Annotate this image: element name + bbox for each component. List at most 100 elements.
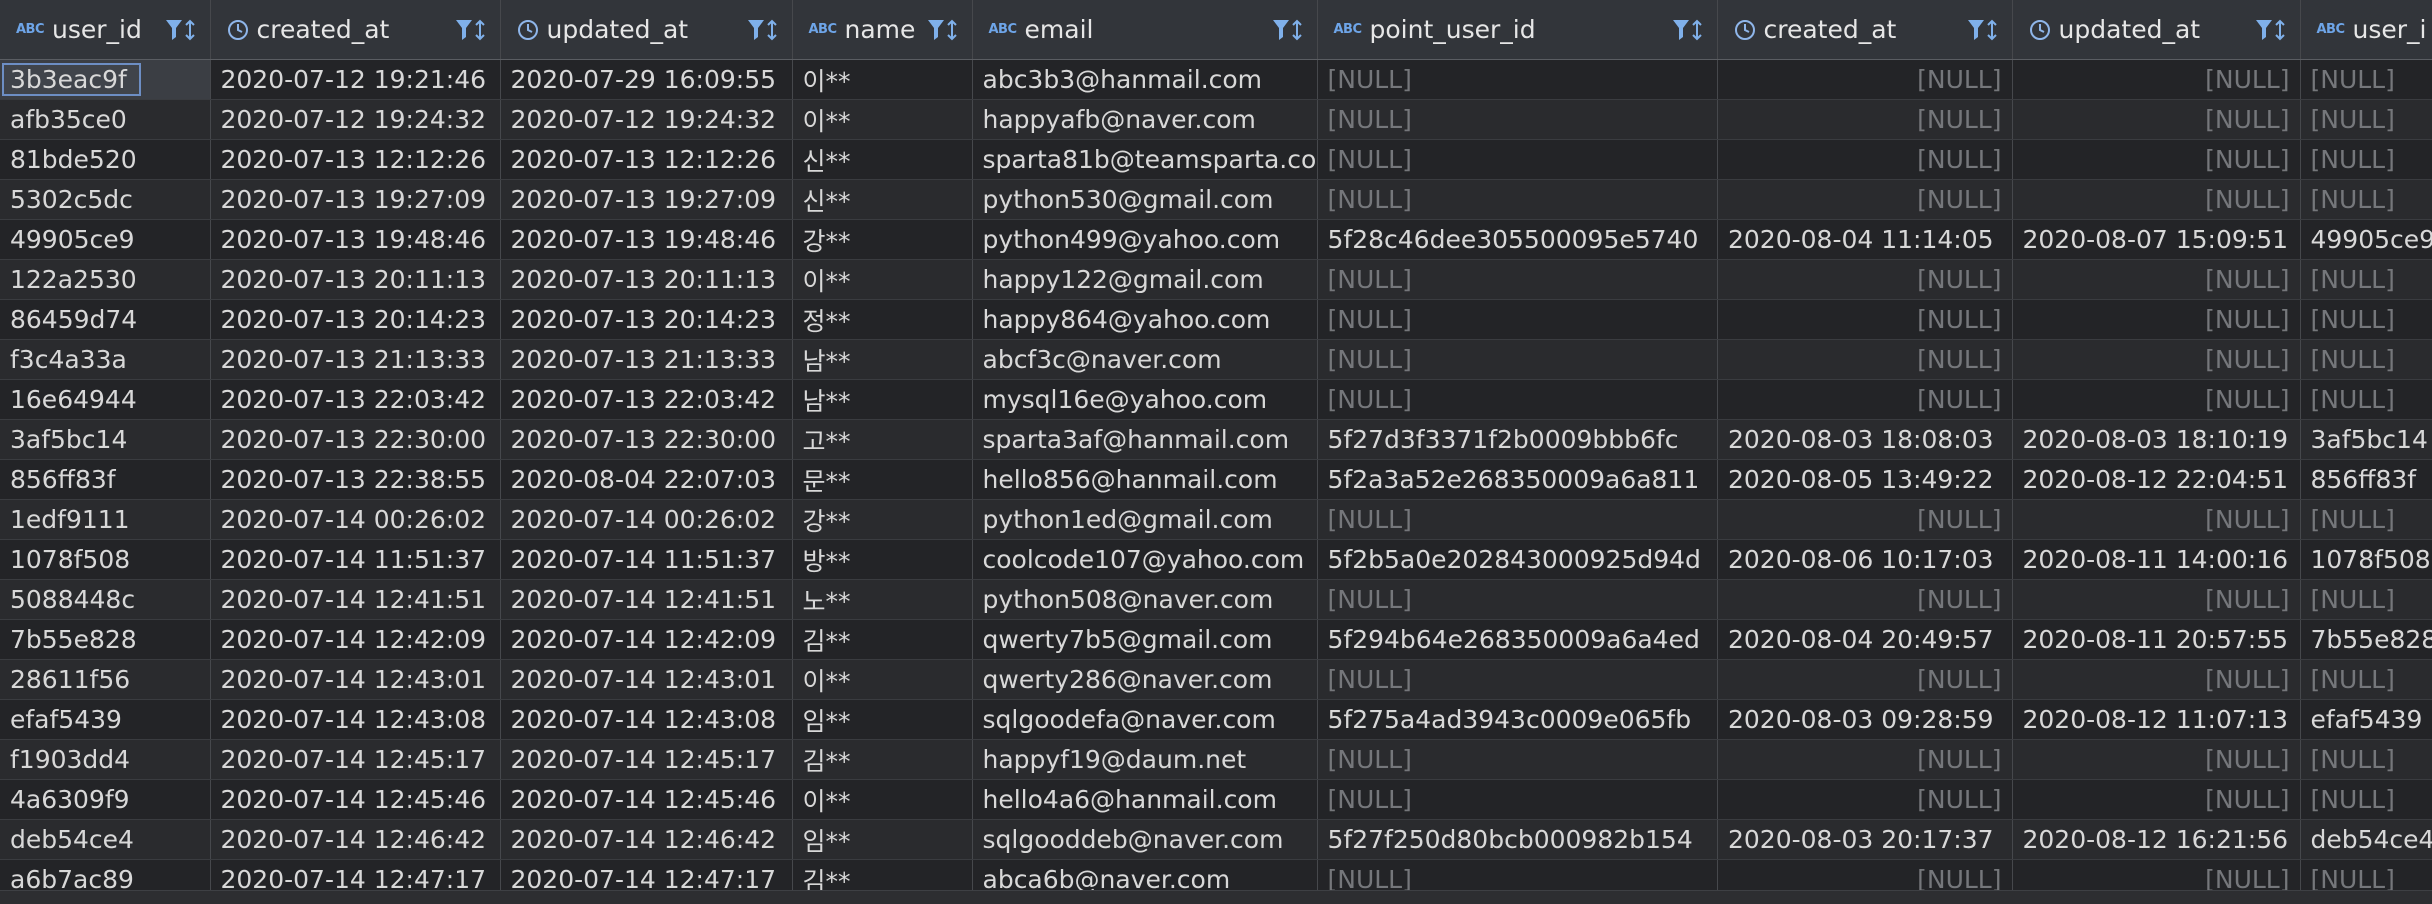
- table-row[interactable]: 3af5bc14 2020-07-13 22:30:00 2020-07-13 22…: [0, 419, 2432, 460]
- table-cell[interactable]: [NULL]: [1317, 299, 1718, 340]
- table-cell[interactable]: [NULL]: [1717, 179, 2013, 220]
- table-cell[interactable]: 남**: [792, 379, 973, 420]
- table-row[interactable]: 122a2530 2020-07-13 20:11:13 2020-07-13 20…: [0, 259, 2432, 300]
- table-cell[interactable]: 5f275a4ad3943c0009e065fb: [1317, 699, 1718, 740]
- table-cell[interactable]: 122a2530: [0, 259, 211, 300]
- table-cell[interactable]: [NULL]: [1717, 379, 2013, 420]
- filter-sort-icon[interactable]: [2254, 17, 2290, 43]
- table-cell[interactable]: python508@naver.com: [972, 579, 1318, 620]
- table-cell[interactable]: 방**: [792, 539, 973, 580]
- table-cell[interactable]: 49905ce9: [0, 219, 211, 260]
- table-cell[interactable]: [NULL]: [2300, 139, 2432, 180]
- table-cell[interactable]: qwerty7b5@gmail.com: [972, 619, 1318, 660]
- table-cell[interactable]: 28611f56: [0, 659, 211, 700]
- table-cell[interactable]: deb54ce4: [2300, 819, 2432, 860]
- table-cell[interactable]: 2020-07-13 22:03:42: [500, 379, 793, 420]
- table-cell[interactable]: sqlgoodefa@naver.com: [972, 699, 1318, 740]
- table-cell[interactable]: 2020-07-14 00:26:02: [500, 499, 793, 540]
- table-cell[interactable]: [NULL]: [1317, 499, 1718, 540]
- table-cell[interactable]: 임**: [792, 699, 973, 740]
- table-cell[interactable]: 2020-08-03 20:17:37: [1717, 819, 2013, 860]
- table-cell[interactable]: 2020-08-05 13:49:22: [1717, 459, 2013, 500]
- table-cell[interactable]: 2020-07-14 12:43:08: [500, 699, 793, 740]
- column-header[interactable]: updated_at: [2012, 0, 2301, 60]
- table-cell[interactable]: happy864@yahoo.com: [972, 299, 1318, 340]
- table-cell[interactable]: 2020-07-13 20:11:13: [500, 259, 793, 300]
- table-cell[interactable]: [NULL]: [2300, 59, 2432, 100]
- table-cell[interactable]: [NULL]: [2012, 779, 2301, 820]
- table-cell[interactable]: 49905ce9: [2300, 219, 2432, 260]
- table-cell[interactable]: 5088448c: [0, 579, 211, 620]
- table-row[interactable]: 4a6309f9 2020-07-14 12:45:46 2020-07-14 12…: [0, 779, 2432, 820]
- table-cell[interactable]: 2020-07-13 21:13:33: [500, 339, 793, 380]
- table-cell[interactable]: 2020-08-12 16:21:56: [2012, 819, 2301, 860]
- table-row[interactable]: f1903dd4 2020-07-14 12:45:17 2020-07-14 12…: [0, 739, 2432, 780]
- column-header[interactable]: ABC name: [792, 0, 973, 60]
- table-cell[interactable]: python530@gmail.com: [972, 179, 1318, 220]
- table-cell[interactable]: sparta3af@hanmail.com: [972, 419, 1318, 460]
- table-cell[interactable]: 남**: [792, 339, 973, 380]
- table-cell[interactable]: [NULL]: [1717, 259, 2013, 300]
- table-cell[interactable]: 2020-07-29 16:09:55: [500, 59, 793, 100]
- table-cell[interactable]: abcf3c@naver.com: [972, 339, 1318, 380]
- table-cell[interactable]: 김**: [792, 619, 973, 660]
- table-cell[interactable]: 2020-07-13 22:38:55: [210, 459, 501, 500]
- table-cell[interactable]: 이**: [792, 779, 973, 820]
- table-cell[interactable]: 5f294b64e268350009a6a4ed: [1317, 619, 1718, 660]
- table-cell[interactable]: [NULL]: [2300, 99, 2432, 140]
- table-cell[interactable]: 2020-08-06 10:17:03: [1717, 539, 2013, 580]
- table-cell[interactable]: [NULL]: [1317, 739, 1718, 780]
- table-cell[interactable]: hello856@hanmail.com: [972, 459, 1318, 500]
- table-cell[interactable]: 1078f508: [2300, 539, 2432, 580]
- table-row[interactable]: 16e64944 2020-07-13 22:03:42 2020-07-13 22…: [0, 379, 2432, 420]
- table-row[interactable]: 28611f56 2020-07-14 12:43:01 2020-07-14 12…: [0, 659, 2432, 700]
- table-cell[interactable]: [NULL]: [2300, 739, 2432, 780]
- column-header[interactable]: ABC user_id: [0, 0, 211, 60]
- table-row[interactable]: 81bde520 2020-07-13 12:12:26 2020-07-13 12…: [0, 139, 2432, 180]
- table-row[interactable]: 1edf9111 2020-07-14 00:26:02 2020-07-14 00…: [0, 499, 2432, 540]
- result-grid[interactable]: ABC user_id created_at updated_at ABC name ABC…: [0, 0, 2432, 904]
- column-header[interactable]: updated_at: [500, 0, 793, 60]
- table-cell[interactable]: 2020-07-13 19:48:46: [500, 219, 793, 260]
- table-cell[interactable]: 2020-07-14 12:43:08: [210, 699, 501, 740]
- table-cell[interactable]: [NULL]: [1717, 779, 2013, 820]
- table-cell[interactable]: 이**: [792, 659, 973, 700]
- table-cell[interactable]: happy122@gmail.com: [972, 259, 1318, 300]
- table-cell[interactable]: [NULL]: [1717, 59, 2013, 100]
- table-cell[interactable]: [NULL]: [1317, 259, 1718, 300]
- table-cell[interactable]: 2020-07-13 22:30:00: [210, 419, 501, 460]
- table-cell[interactable]: 7b55e828: [2300, 619, 2432, 660]
- table-cell[interactable]: [NULL]: [1317, 59, 1718, 100]
- table-cell[interactable]: 신**: [792, 139, 973, 180]
- table-cell[interactable]: happyafb@naver.com: [972, 99, 1318, 140]
- table-cell[interactable]: 2020-07-14 12:45:17: [500, 739, 793, 780]
- table-row[interactable]: 856ff83f 2020-07-13 22:38:55 2020-08-04 22…: [0, 459, 2432, 500]
- filter-sort-icon[interactable]: [1671, 17, 1707, 43]
- table-cell[interactable]: [NULL]: [2300, 179, 2432, 220]
- table-cell[interactable]: [NULL]: [1717, 299, 2013, 340]
- table-cell[interactable]: 2020-07-14 12:41:51: [210, 579, 501, 620]
- table-cell[interactable]: [NULL]: [1717, 579, 2013, 620]
- table-cell[interactable]: [NULL]: [2012, 379, 2301, 420]
- table-cell[interactable]: [NULL]: [2012, 59, 2301, 100]
- table-cell[interactable]: 정**: [792, 299, 973, 340]
- table-cell[interactable]: sparta81b@teamsparta.co: [972, 139, 1318, 180]
- table-cell[interactable]: [NULL]: [2012, 739, 2301, 780]
- table-cell[interactable]: 문**: [792, 459, 973, 500]
- table-cell[interactable]: 2020-07-14 12:43:01: [500, 659, 793, 700]
- table-cell[interactable]: 16e64944: [0, 379, 211, 420]
- table-cell[interactable]: [NULL]: [1317, 379, 1718, 420]
- table-cell[interactable]: 5302c5dc: [0, 179, 211, 220]
- table-cell[interactable]: [NULL]: [1317, 659, 1718, 700]
- table-cell[interactable]: 노**: [792, 579, 973, 620]
- table-cell[interactable]: [NULL]: [2300, 259, 2432, 300]
- table-cell[interactable]: [NULL]: [2300, 659, 2432, 700]
- table-cell[interactable]: f3c4a33a: [0, 339, 211, 380]
- table-cell[interactable]: 강**: [792, 219, 973, 260]
- filter-sort-icon[interactable]: [1271, 17, 1307, 43]
- table-cell[interactable]: [NULL]: [1317, 99, 1718, 140]
- table-cell[interactable]: mysql16e@yahoo.com: [972, 379, 1318, 420]
- table-cell[interactable]: [NULL]: [1317, 179, 1718, 220]
- table-cell[interactable]: 3af5bc14: [0, 419, 211, 460]
- table-cell[interactable]: efaf5439: [2300, 699, 2432, 740]
